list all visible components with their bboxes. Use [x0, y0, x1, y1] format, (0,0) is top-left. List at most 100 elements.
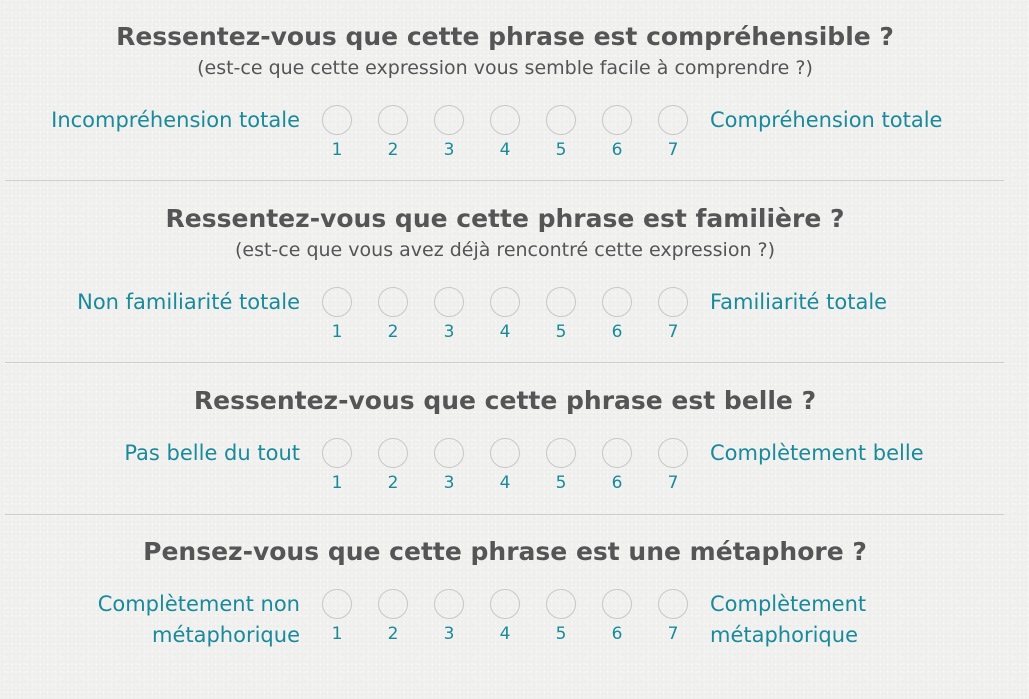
- question-4-option-5[interactable]: 5: [546, 589, 578, 645]
- radio-button[interactable]: [602, 105, 632, 135]
- radio-button[interactable]: [658, 105, 688, 135]
- option-number: 2: [387, 322, 399, 342]
- option-number: 7: [667, 473, 679, 493]
- option-number: 1: [331, 473, 343, 493]
- question-4-left-label-line-1: Complètement non: [97, 592, 300, 616]
- radio-button[interactable]: [602, 589, 632, 619]
- question-4-option-6[interactable]: 6: [602, 589, 634, 645]
- radio-button[interactable]: [322, 287, 352, 317]
- question-1-title: Ressentez-vous que cette phrase est comp…: [116, 22, 894, 51]
- radio-button[interactable]: [378, 105, 408, 135]
- question-1-option-3[interactable]: 3: [434, 105, 466, 161]
- radio-button[interactable]: [490, 287, 520, 317]
- radio-button[interactable]: [322, 589, 352, 619]
- question-4-option-7[interactable]: 7: [658, 589, 690, 645]
- option-number: 2: [387, 473, 399, 493]
- question-2-option-4[interactable]: 4: [490, 287, 522, 343]
- question-4-right-label: Complètement métaphorique: [710, 589, 866, 651]
- question-1-option-4[interactable]: 4: [490, 105, 522, 161]
- question-2-option-1[interactable]: 1: [322, 287, 354, 343]
- question-4-right-label-line-1: Complètement: [710, 592, 867, 616]
- question-4-option-3[interactable]: 3: [434, 589, 466, 645]
- question-3-left-label: Pas belle du tout: [124, 441, 300, 465]
- radio-button[interactable]: [658, 287, 688, 317]
- question-1-option-6[interactable]: 6: [602, 105, 634, 161]
- option-number: 4: [499, 322, 511, 342]
- divider: [5, 362, 1004, 363]
- radio-button[interactable]: [546, 105, 576, 135]
- question-4-option-4[interactable]: 4: [490, 589, 522, 645]
- option-number: 2: [387, 624, 399, 644]
- question-1-left-label: Incompréhension totale: [51, 108, 300, 132]
- question-1-option-1[interactable]: 1: [322, 105, 354, 161]
- radio-button[interactable]: [378, 287, 408, 317]
- option-number: 3: [443, 624, 455, 644]
- option-number: 7: [667, 624, 679, 644]
- option-number: 6: [611, 624, 623, 644]
- question-1-subtitle: (est-ce que cette expression vous semble…: [197, 57, 813, 79]
- divider: [5, 180, 1004, 181]
- question-1-option-7[interactable]: 7: [658, 105, 690, 161]
- radio-button[interactable]: [546, 287, 576, 317]
- radio-button[interactable]: [434, 105, 464, 135]
- radio-button[interactable]: [490, 438, 520, 468]
- option-number: 4: [499, 473, 511, 493]
- radio-button[interactable]: [322, 438, 352, 468]
- question-1-right-label: Compréhension totale: [710, 108, 943, 132]
- question-4-right-label-line-2: métaphorique: [710, 623, 858, 647]
- option-number: 5: [555, 624, 567, 644]
- question-2-right-label: Familiarité totale: [710, 290, 888, 314]
- question-1-option-5[interactable]: 5: [546, 105, 578, 161]
- question-2-option-2[interactable]: 2: [378, 287, 410, 343]
- question-3-option-5[interactable]: 5: [546, 438, 578, 494]
- radio-button[interactable]: [546, 438, 576, 468]
- option-number: 6: [611, 473, 623, 493]
- question-2-scale: Non familiarité totale 1 2 3 4 5 6 7 Fam…: [0, 287, 1010, 357]
- question-3-option-2[interactable]: 2: [378, 438, 410, 494]
- question-1-scale: Incompréhension totale 1 2 3 4 5 6 7 Com…: [0, 105, 1010, 175]
- question-3-option-7[interactable]: 7: [658, 438, 690, 494]
- radio-button[interactable]: [434, 287, 464, 317]
- question-2-title: Ressentez-vous que cette phrase est fami…: [165, 204, 845, 233]
- option-number: 2: [387, 140, 399, 160]
- option-number: 1: [331, 140, 343, 160]
- question-2-option-5[interactable]: 5: [546, 287, 578, 343]
- question-4-option-2[interactable]: 2: [378, 589, 410, 645]
- question-4-left-label: Complètement non métaphorique: [98, 589, 300, 651]
- question-3-option-6[interactable]: 6: [602, 438, 634, 494]
- divider: [5, 514, 1004, 515]
- option-number: 5: [555, 322, 567, 342]
- question-2-left-label: Non familiarité totale: [77, 290, 300, 314]
- question-3-scale: Pas belle du tout 1 2 3 4 5 6 7 Complète…: [0, 438, 1010, 508]
- radio-button[interactable]: [322, 105, 352, 135]
- radio-button[interactable]: [546, 589, 576, 619]
- radio-button[interactable]: [658, 589, 688, 619]
- radio-button[interactable]: [658, 438, 688, 468]
- radio-button[interactable]: [602, 438, 632, 468]
- question-2-option-7[interactable]: 7: [658, 287, 690, 343]
- radio-button[interactable]: [434, 589, 464, 619]
- question-4-title: Pensez-vous que cette phrase est une mét…: [143, 537, 867, 566]
- option-number: 5: [555, 140, 567, 160]
- radio-button[interactable]: [490, 589, 520, 619]
- option-number: 1: [331, 624, 343, 644]
- option-number: 4: [499, 624, 511, 644]
- radio-button[interactable]: [378, 589, 408, 619]
- question-1-option-2[interactable]: 2: [378, 105, 410, 161]
- option-number: 3: [443, 322, 455, 342]
- question-3-option-1[interactable]: 1: [322, 438, 354, 494]
- question-4-scale: Complètement non métaphorique 1 2 3 4 5 …: [0, 589, 1010, 659]
- radio-button[interactable]: [378, 438, 408, 468]
- question-3-option-3[interactable]: 3: [434, 438, 466, 494]
- radio-button[interactable]: [602, 287, 632, 317]
- question-2-option-3[interactable]: 3: [434, 287, 466, 343]
- question-2-option-6[interactable]: 6: [602, 287, 634, 343]
- option-number: 4: [499, 140, 511, 160]
- radio-button[interactable]: [490, 105, 520, 135]
- question-4-option-1[interactable]: 1: [322, 589, 354, 645]
- option-number: 7: [667, 322, 679, 342]
- option-number: 7: [667, 140, 679, 160]
- radio-button[interactable]: [434, 438, 464, 468]
- question-3-option-4[interactable]: 4: [490, 438, 522, 494]
- option-number: 6: [611, 140, 623, 160]
